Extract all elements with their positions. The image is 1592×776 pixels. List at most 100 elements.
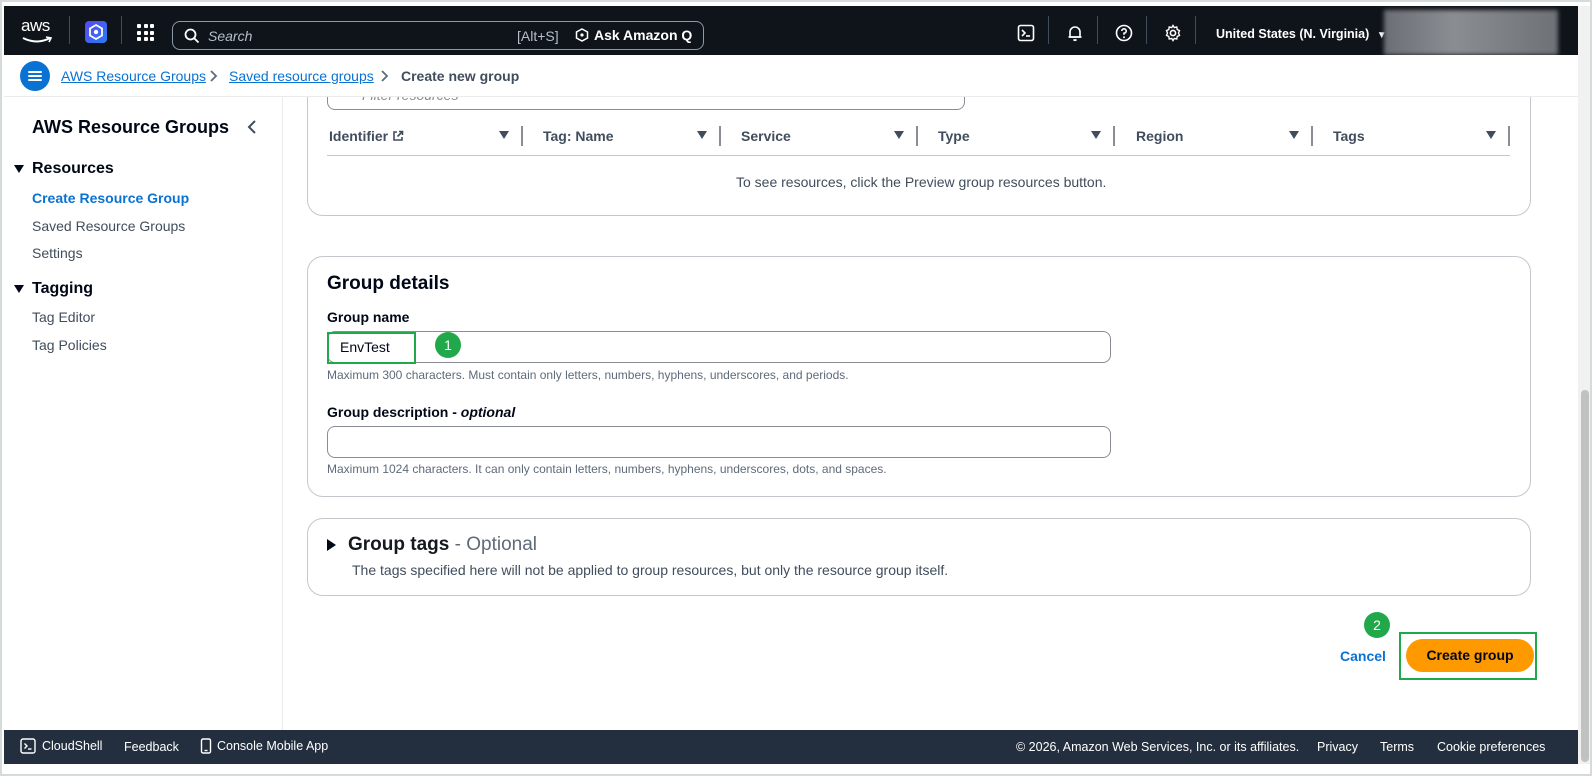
sort-icon[interactable] xyxy=(1486,131,1496,139)
side-navigation: AWS Resource Groups Resources Create Res… xyxy=(4,97,283,730)
breadcrumb-current: Create new group xyxy=(401,68,520,84)
chevron-right-icon xyxy=(381,70,389,82)
column-header-identifier[interactable]: Identifier xyxy=(329,128,404,144)
footer: CloudShell Feedback Console Mobile App ©… xyxy=(4,730,1578,764)
column-divider[interactable] xyxy=(1113,126,1115,146)
gear-icon[interactable] xyxy=(1164,24,1182,42)
footer-mobile-app-link[interactable]: Console Mobile App xyxy=(200,738,328,754)
group-tags-panel xyxy=(307,518,1531,596)
top-navigation: aws Search [Alt+S] Ask Amazon Q United S… xyxy=(4,6,1578,55)
ask-amazon-q-button[interactable]: Ask Amazon Q xyxy=(575,27,692,43)
account-menu[interactable] xyxy=(1384,10,1558,55)
menu-button[interactable] xyxy=(20,61,50,91)
caret-down-icon xyxy=(14,285,24,293)
apps-grid-icon[interactable] xyxy=(137,24,154,41)
scrollbar-thumb[interactable] xyxy=(1581,390,1589,762)
group-tags-heading: Group tags - Optional xyxy=(348,534,537,556)
sort-icon[interactable] xyxy=(894,131,904,139)
group-tags-description: The tags specified here will not be appl… xyxy=(352,562,949,578)
chevron-right-icon xyxy=(210,70,218,82)
help-icon[interactable] xyxy=(1115,24,1133,42)
column-divider[interactable] xyxy=(521,126,523,146)
breadcrumb-resource-groups[interactable]: AWS Resource Groups xyxy=(61,68,206,84)
footer-terms-link[interactable]: Terms xyxy=(1380,740,1414,754)
aws-logo-text: aws xyxy=(21,16,50,35)
external-link-icon xyxy=(393,130,404,141)
footer-copyright: © 2026, Amazon Web Services, Inc. or its… xyxy=(1016,740,1300,754)
search-placeholder: Search xyxy=(208,28,253,44)
divider xyxy=(1048,16,1049,44)
group-name-hint: Maximum 300 characters. Must contain onl… xyxy=(327,368,849,382)
column-header-service[interactable]: Service xyxy=(741,128,791,144)
sort-icon[interactable] xyxy=(1289,131,1299,139)
sidebar-section-tagging[interactable]: Tagging xyxy=(14,280,93,298)
annotation-highlight-box xyxy=(327,332,416,364)
group-details-heading: Group details xyxy=(327,273,450,294)
search-icon xyxy=(184,28,200,44)
sidebar-item-tag-policies[interactable]: Tag Policies xyxy=(32,337,107,353)
column-header-region[interactable]: Region xyxy=(1136,128,1183,144)
region-selector[interactable]: United States (N. Virginia) ▼ xyxy=(1216,27,1387,41)
annotation-highlight-box xyxy=(1399,632,1537,680)
column-divider[interactable] xyxy=(719,126,721,146)
divider xyxy=(1146,16,1147,44)
column-header-type[interactable]: Type xyxy=(938,128,970,144)
section-label: Resources xyxy=(32,160,114,177)
footer-cookie-preferences-link[interactable]: Cookie preferences xyxy=(1437,740,1545,754)
heading-text: Group tags xyxy=(348,534,450,555)
sidebar-item-create-resource-group[interactable]: Create Resource Group xyxy=(32,190,189,206)
sort-icon[interactable] xyxy=(697,131,707,139)
sort-icon[interactable] xyxy=(499,131,509,139)
aws-logo-icon[interactable]: aws xyxy=(21,16,57,44)
group-tags-expander[interactable]: Group tags - Optional xyxy=(327,534,537,556)
footer-cloudshell-link[interactable]: CloudShell xyxy=(20,738,102,754)
bell-icon[interactable] xyxy=(1066,24,1084,42)
column-divider xyxy=(1508,126,1510,146)
divider xyxy=(1097,16,1098,44)
collapse-sidebar-icon[interactable] xyxy=(246,119,258,135)
column-header-tag-name[interactable]: Tag: Name xyxy=(543,128,614,144)
table-empty-message: To see resources, click the Preview grou… xyxy=(736,174,1107,190)
divider xyxy=(69,16,70,44)
mobile-label: Console Mobile App xyxy=(217,739,329,753)
caret-down-icon xyxy=(14,165,24,173)
section-label: Tagging xyxy=(32,280,94,297)
footer-feedback-link[interactable]: Feedback xyxy=(124,740,179,754)
column-divider[interactable] xyxy=(1311,126,1313,146)
cloudshell-icon xyxy=(20,738,36,754)
cloudshell-icon[interactable] xyxy=(1017,24,1035,42)
column-label: Identifier xyxy=(329,128,389,144)
cancel-button[interactable]: Cancel xyxy=(1340,648,1386,664)
sidebar-section-resources[interactable]: Resources xyxy=(14,160,114,178)
group-name-label: Group name xyxy=(327,309,410,325)
table-header-divider xyxy=(327,155,1510,156)
annotation-marker-2: 2 xyxy=(1364,612,1390,638)
annotation-marker-1: 1 xyxy=(435,332,461,358)
sidebar-item-settings[interactable]: Settings xyxy=(32,245,83,261)
breadcrumb-bar: AWS Resource Groups Saved resource group… xyxy=(4,55,1578,97)
browser-frame: aws Search [Alt+S] Ask Amazon Q United S… xyxy=(0,0,1592,776)
sidebar-title: AWS Resource Groups xyxy=(32,117,230,137)
breadcrumb-saved-groups[interactable]: Saved resource groups xyxy=(229,68,374,84)
q-icon xyxy=(575,28,589,42)
optional-text: optional xyxy=(460,404,516,420)
sidebar-item-tag-editor[interactable]: Tag Editor xyxy=(32,309,95,325)
group-description-input[interactable] xyxy=(327,426,1111,458)
search-bar[interactable]: Search [Alt+S] Ask Amazon Q xyxy=(172,21,704,50)
sort-icon[interactable] xyxy=(1091,131,1101,139)
mobile-phone-icon xyxy=(200,738,212,754)
search-shortcut: [Alt+S] xyxy=(517,28,559,44)
divider xyxy=(121,16,122,44)
column-header-tags[interactable]: Tags xyxy=(1333,128,1365,144)
label-text: Group description - xyxy=(327,404,461,420)
optional-suffix: - Optional xyxy=(449,534,537,555)
divider xyxy=(1195,16,1196,44)
group-description-hint: Maximum 1024 characters. It can only con… xyxy=(327,462,887,476)
caret-right-icon xyxy=(327,539,336,551)
q-hex-icon[interactable] xyxy=(84,20,108,44)
ask-q-label: Ask Amazon Q xyxy=(594,27,693,43)
column-divider[interactable] xyxy=(916,126,918,146)
sidebar-item-saved-resource-groups[interactable]: Saved Resource Groups xyxy=(32,218,185,234)
footer-privacy-link[interactable]: Privacy xyxy=(1317,740,1358,754)
cloudshell-label: CloudShell xyxy=(42,739,103,753)
